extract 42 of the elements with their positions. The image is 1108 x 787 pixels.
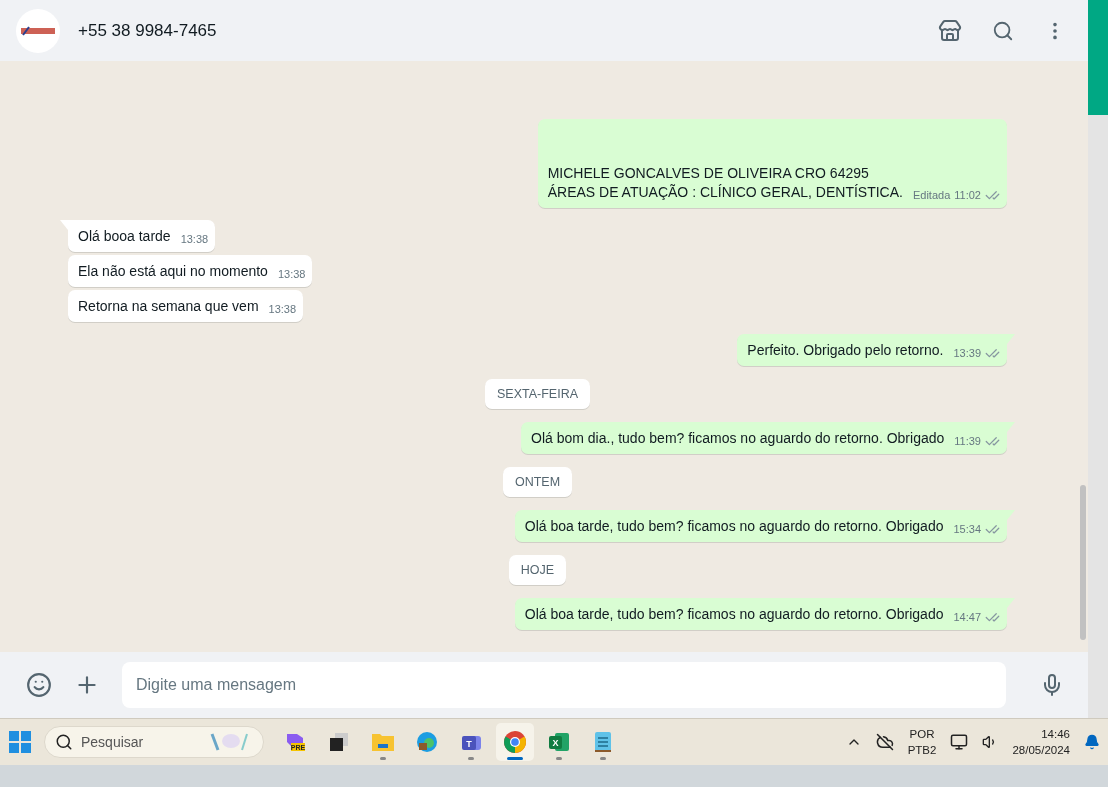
taskbar-app[interactable]: X — [540, 723, 578, 761]
scrollbar-thumb[interactable] — [1088, 0, 1108, 115]
notepad-icon — [593, 730, 613, 754]
task-view-icon — [328, 731, 350, 753]
message-time: 13:39 — [953, 346, 981, 361]
contact-avatar[interactable] — [16, 8, 60, 53]
cloud-off-icon[interactable] — [875, 733, 894, 751]
message-time: 13:38 — [268, 302, 297, 317]
message-text: MICHELE GONCALVES DE OLIVEIRA CRO 64295 — [547, 164, 870, 183]
chrome-icon — [503, 730, 527, 754]
message-input[interactable]: Digite uma mensagem — [122, 662, 1006, 708]
message-text: Olá bom dia., tudo bem? ficamos no aguardo do retorno. Obrigado — [531, 429, 945, 448]
taskbar-app[interactable]: T — [452, 723, 490, 761]
message-text: Olá booa tarde — [78, 227, 171, 246]
network-icon[interactable] — [950, 733, 969, 751]
folder-icon — [371, 731, 395, 753]
browser-swirl-icon — [415, 730, 439, 754]
message-text: Perfeito. Obrigado pelo retorno. — [747, 341, 944, 360]
notification-bell-icon[interactable] — [1084, 734, 1100, 750]
scrollbar-thumb[interactable] — [1080, 485, 1086, 640]
taskbar-search-field[interactable]: Pesquisar — [44, 726, 264, 758]
message-text: Olá boa tarde, tudo bem? ficamos no aguardo do retorno. Obrigado — [524, 605, 944, 624]
message-time: 11:39 — [954, 434, 981, 449]
message-time: 15:34 — [953, 522, 981, 537]
windows-start-icon[interactable] — [8, 730, 32, 754]
keyboard-layout-label[interactable]: PTB2 — [907, 742, 937, 758]
search-placeholder: Pesquisar — [81, 734, 145, 750]
message-text: ÁREAS DE ATUAÇÃO : CLÍNICO GERAL, DENTÍSTICA. — [547, 183, 903, 202]
message-text: Ela não está aqui no momento — [78, 262, 268, 281]
message-time: 13:38 — [180, 232, 209, 247]
language-label[interactable]: POR — [909, 726, 935, 742]
edited-label: Editada — [912, 188, 951, 203]
message-text: Olá boa tarde, tudo bem? ficamos no aguardo do retorno. Obrigado — [524, 517, 944, 536]
message-time: 11:02 — [954, 188, 981, 203]
message-time: 13:38 — [277, 267, 306, 282]
clock-date[interactable]: 28/05/2024 — [1012, 742, 1070, 758]
contact-name[interactable]: +55 38 9984-7465 — [78, 20, 914, 41]
message-text: Retorna na semana que vem — [78, 297, 259, 316]
message-time: 14:47 — [953, 610, 981, 625]
search-icon — [55, 733, 73, 751]
clock-time[interactable]: 14:46 — [1041, 726, 1070, 742]
logo-drawing — [21, 25, 55, 36]
